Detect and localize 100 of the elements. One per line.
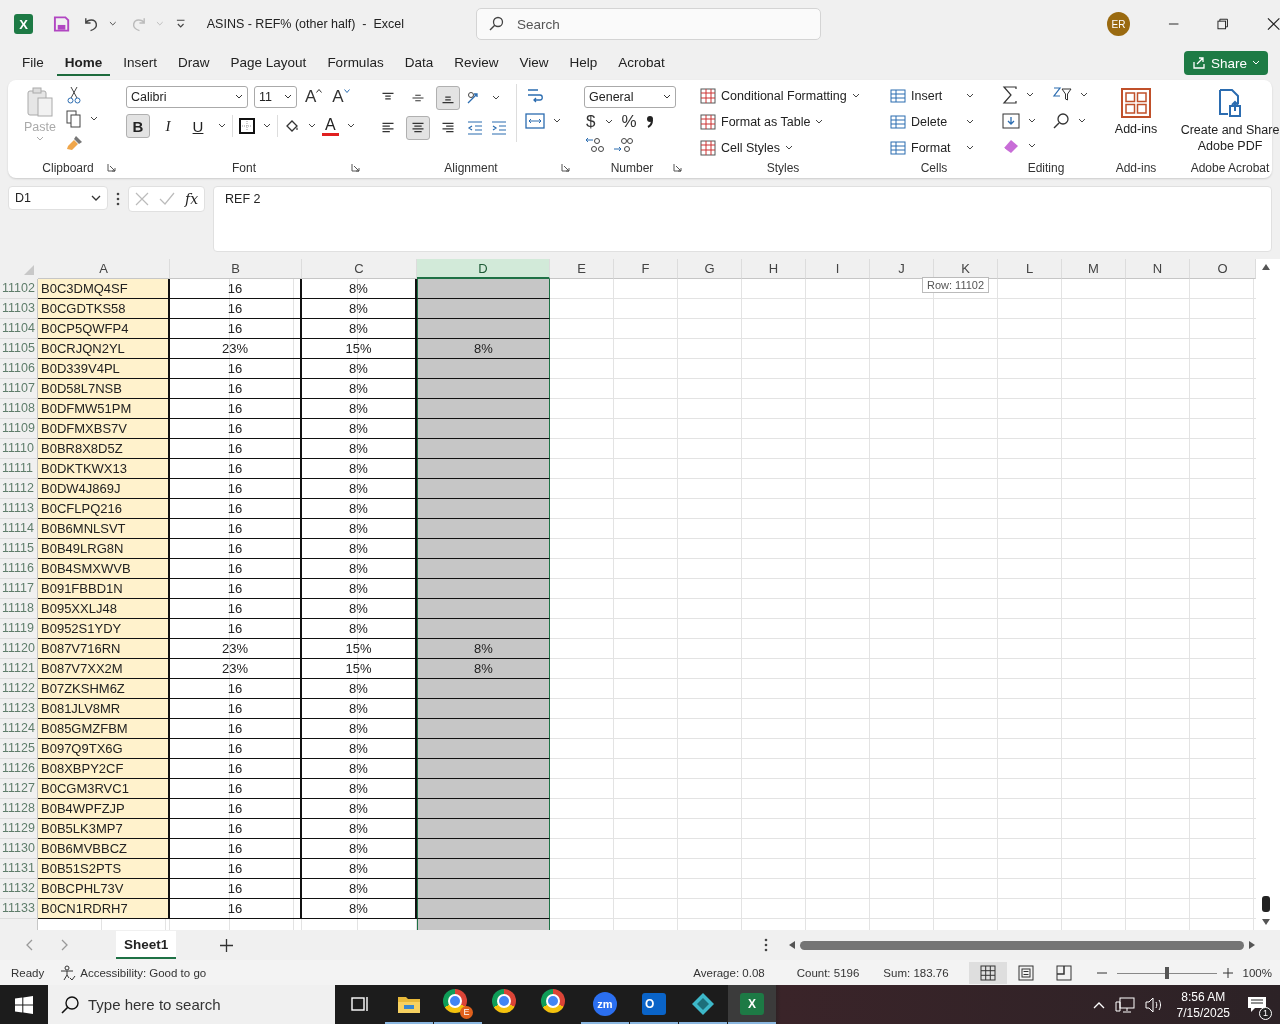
row-header[interactable]: 11119 <box>0 619 38 639</box>
caret-icon[interactable] <box>1078 118 1086 124</box>
row-header[interactable]: 11133 <box>0 899 38 919</box>
add-sheet-icon[interactable] <box>220 938 234 952</box>
taskbar-app[interactable]: X <box>728 985 776 1024</box>
name-box[interactable]: D1 <box>8 186 108 210</box>
more-options-icon[interactable] <box>116 192 120 206</box>
increase-indent-icon[interactable] <box>490 120 508 136</box>
menu-tab[interactable]: Formulas <box>319 50 392 76</box>
close-icon[interactable] <box>1266 17 1280 31</box>
menu-tab[interactable]: Insert <box>115 50 166 76</box>
column-header[interactable]: N <box>1126 259 1190 279</box>
create-pdf-button[interactable]: Create and Share Adobe PDF <box>1174 84 1280 158</box>
menu-tab[interactable]: Draw <box>170 50 218 76</box>
scroll-right-icon[interactable] <box>1248 940 1256 950</box>
caret-icon[interactable] <box>1028 143 1036 149</box>
column-header[interactable]: B <box>170 259 302 279</box>
column-header[interactable]: M <box>1062 259 1126 279</box>
column-header[interactable]: E <box>550 259 614 279</box>
row-header[interactable]: 11118 <box>0 599 38 619</box>
caret-icon[interactable] <box>89 116 98 122</box>
more-options-icon[interactable] <box>764 938 768 952</box>
add-ins-button[interactable]: Add-ins <box>1106 84 1166 158</box>
cells-menu-button[interactable]: Delete <box>890 112 986 132</box>
caret-icon[interactable] <box>308 123 316 129</box>
number-format-dropdown[interactable]: General <box>584 86 676 108</box>
clock-time[interactable]: 8:56 AM <box>1181 988 1226 1005</box>
caret-icon[interactable] <box>553 118 561 124</box>
row-header[interactable]: 11111 <box>0 459 38 479</box>
menu-tab[interactable]: Review <box>446 50 507 76</box>
caret-icon[interactable] <box>1028 118 1036 124</box>
row-header[interactable]: 11128 <box>0 799 38 819</box>
bold-button[interactable]: B <box>126 114 150 138</box>
styles-menu-button[interactable]: Conditional Formatting <box>700 86 874 106</box>
column-header[interactable]: D <box>417 259 550 279</box>
row-header[interactable]: 11132 <box>0 879 38 899</box>
column-header[interactable]: F <box>614 259 678 279</box>
shrink-font-button[interactable]: A <box>330 87 352 107</box>
row-header[interactable]: 11127 <box>0 779 38 799</box>
borders-icon[interactable] <box>239 118 255 134</box>
start-icon[interactable] <box>15 995 33 1014</box>
row-header[interactable]: 11121 <box>0 659 38 679</box>
increase-decimal-icon[interactable] <box>584 136 606 154</box>
caret-icon[interactable] <box>109 21 117 27</box>
scroll-left-icon[interactable] <box>788 940 796 950</box>
menu-tab[interactable]: Acrobat <box>610 50 673 76</box>
search-field[interactable]: Search <box>476 8 822 40</box>
row-header[interactable]: 11129 <box>0 819 38 839</box>
cut-icon[interactable] <box>65 86 82 104</box>
merge-center-icon[interactable] <box>525 112 545 130</box>
zoom-in-icon[interactable] <box>1222 967 1233 978</box>
dialog-launcher-icon[interactable] <box>351 163 360 172</box>
font-dropdown[interactable]: Calibri <box>126 86 248 108</box>
share-button[interactable]: Share <box>1183 51 1268 75</box>
scroll-up-icon[interactable] <box>1261 263 1271 271</box>
dialog-launcher-icon[interactable] <box>107 163 116 172</box>
row-header[interactable]: 11130 <box>0 839 38 859</box>
search-icon[interactable] <box>1052 112 1070 130</box>
styles-menu-button[interactable]: Format as Table <box>700 112 874 132</box>
menu-tab[interactable]: Home <box>56 50 111 76</box>
row-header[interactable]: 11126 <box>0 759 38 779</box>
column-header[interactable]: I <box>806 259 870 279</box>
copy-icon[interactable] <box>65 110 82 128</box>
autosum-icon[interactable] <box>1002 86 1018 104</box>
row-header[interactable]: 11107 <box>0 379 38 399</box>
menu-tab[interactable]: Page Layout <box>222 50 315 76</box>
row-header[interactable]: 11113 <box>0 499 38 519</box>
percent-button[interactable]: % <box>619 112 639 132</box>
row-header[interactable]: 11125 <box>0 739 38 759</box>
caret-icon[interactable] <box>263 123 271 129</box>
column-header[interactable]: H <box>742 259 806 279</box>
fill-color-icon[interactable] <box>284 118 300 134</box>
caret-icon[interactable] <box>1080 92 1088 98</box>
row-header[interactable]: 11117 <box>0 579 38 599</box>
decrease-indent-icon[interactable] <box>466 120 484 136</box>
taskbar-app[interactable]: O <box>630 985 678 1024</box>
cells-menu-button[interactable]: Insert <box>890 86 986 106</box>
row-header[interactable]: 11102 <box>0 279 38 299</box>
row-header[interactable]: 11105 <box>0 339 38 359</box>
comma-style-icon[interactable] <box>644 114 655 130</box>
row-header[interactable]: 11122 <box>0 679 38 699</box>
row-header[interactable]: 11108 <box>0 399 38 419</box>
currency-button[interactable]: $ <box>584 112 598 132</box>
view-button[interactable] <box>968 961 1007 984</box>
fill-icon[interactable] <box>1002 112 1020 130</box>
slider-thumb[interactable] <box>1164 966 1169 979</box>
insert-function-button[interactable]: fx <box>185 191 199 207</box>
sort-filter-icon[interactable] <box>1052 86 1072 104</box>
row-header[interactable]: 11131 <box>0 859 38 879</box>
grow-font-button[interactable]: A <box>303 87 325 107</box>
row-header[interactable]: 11112 <box>0 479 38 499</box>
clock-date[interactable]: 7/15/2025 <box>1176 1004 1230 1021</box>
chevron-up-icon[interactable] <box>1092 1000 1105 1009</box>
user-avatar[interactable]: ER <box>1107 12 1130 36</box>
scroll-down-icon[interactable] <box>1261 918 1271 926</box>
caret-icon[interactable] <box>218 123 226 129</box>
column-header[interactable]: G <box>678 259 742 279</box>
dialog-launcher-icon[interactable] <box>673 163 682 172</box>
styles-menu-button[interactable]: Cell Styles <box>700 138 874 158</box>
caret-icon[interactable] <box>492 95 500 101</box>
